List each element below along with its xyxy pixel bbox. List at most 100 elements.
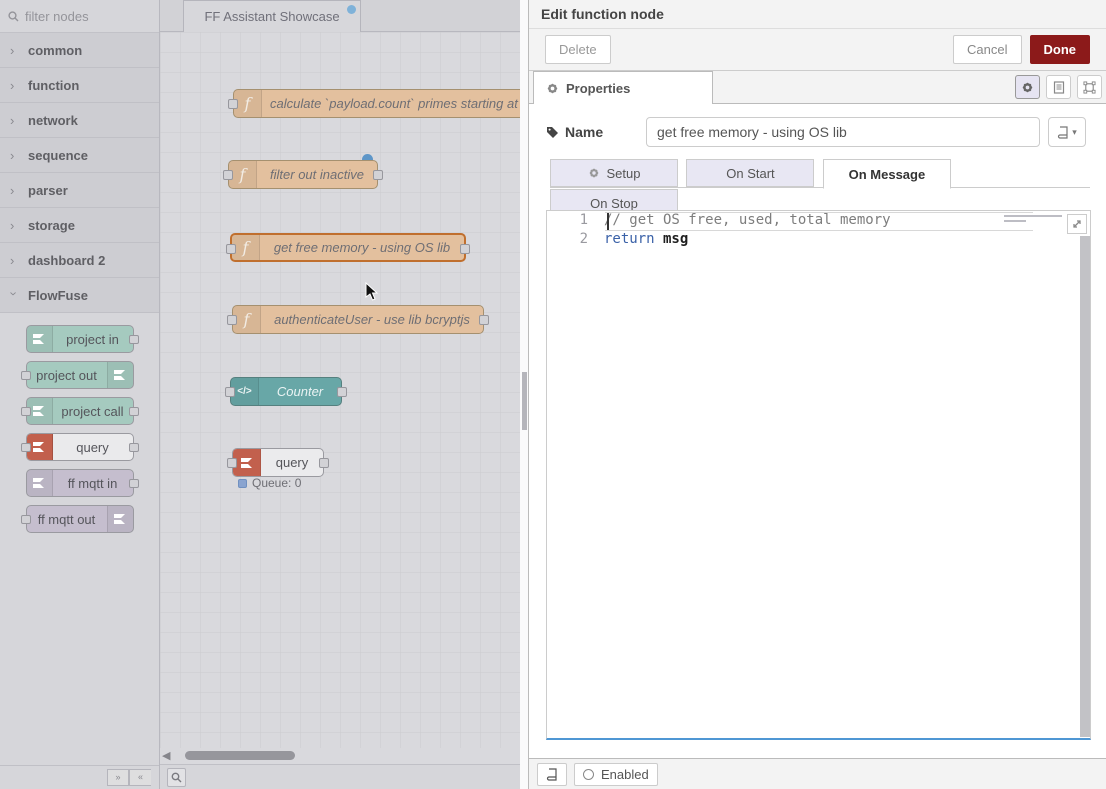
input-port[interactable]: [225, 387, 235, 397]
book-icon: [1057, 126, 1069, 139]
palette-category-dashboard2[interactable]: ›dashboard 2: [0, 243, 159, 278]
output-port[interactable]: [479, 315, 489, 325]
input-port[interactable]: [21, 515, 31, 524]
expand-diagonal-icon: [1071, 218, 1083, 230]
input-port[interactable]: [21, 371, 31, 380]
palette-category-flowfuse[interactable]: ›FlowFuse: [0, 278, 159, 313]
node-query[interactable]: query: [232, 448, 324, 477]
input-port[interactable]: [223, 170, 233, 180]
code-line-2: 2 return msg: [547, 230, 1090, 249]
gear-icon: [546, 82, 559, 95]
scroll-left-arrow-icon[interactable]: ◀: [162, 749, 170, 762]
palette-category-parser[interactable]: ›parser: [0, 173, 159, 208]
tab-setup[interactable]: Setup: [550, 159, 678, 187]
text-cursor: [607, 213, 609, 230]
editor-minimap: [1004, 215, 1062, 225]
palette-search[interactable]: filter nodes: [0, 0, 159, 33]
appearance-button[interactable]: [1077, 75, 1102, 99]
code-icon: </>: [231, 378, 259, 405]
output-port[interactable]: [129, 443, 139, 452]
document-icon: [1053, 81, 1065, 94]
input-port[interactable]: [226, 244, 236, 254]
flow-tab[interactable]: FF Assistant Showcase: [183, 0, 361, 32]
palette-node-project-in[interactable]: project in: [26, 325, 134, 353]
palette-category-function[interactable]: ›function: [0, 68, 159, 103]
input-port[interactable]: [228, 99, 238, 109]
palette-category-network[interactable]: ›network: [0, 103, 159, 138]
output-port[interactable]: [337, 387, 347, 397]
search-flows-button[interactable]: [167, 768, 186, 787]
editor-scrollbar[interactable]: [1080, 236, 1090, 737]
flow-workspace[interactable]: f calculate `payload.count` primes start…: [160, 32, 520, 748]
horizontal-scroll-thumb[interactable]: [185, 751, 295, 760]
node-counter[interactable]: </> Counter: [230, 377, 342, 406]
flowfuse-icon: [107, 362, 133, 388]
palette-node-query[interactable]: query: [26, 433, 134, 461]
palette-expand-all-button[interactable]: »: [129, 769, 151, 786]
canvas-vertical-scrollbar[interactable]: [520, 0, 528, 789]
output-port[interactable]: [129, 407, 139, 416]
tag-icon: [546, 126, 559, 139]
chevron-right-icon: ›: [10, 113, 18, 128]
description-button[interactable]: [1046, 75, 1071, 99]
function-tabs: Setup On Start On Message On Stop: [550, 159, 1090, 188]
palette-node-project-out[interactable]: project out: [26, 361, 134, 389]
node-filter-out-inactive[interactable]: f filter out inactive: [228, 160, 378, 189]
tray-body: Name ▾ Setup On Start On Message On Stop: [529, 117, 1106, 769]
node-get-free-memory[interactable]: f get free memory - using OS lib: [230, 233, 466, 262]
node-red-editor: filter nodes ›common ›function ›network …: [0, 0, 1106, 789]
gear-icon: [1021, 81, 1034, 94]
chevron-right-icon: ›: [10, 43, 18, 58]
chevron-right-icon: ›: [10, 148, 18, 163]
node-calculate-primes[interactable]: f calculate `payload.count` primes start…: [233, 89, 520, 118]
output-port[interactable]: [129, 479, 139, 488]
output-port[interactable]: [129, 335, 139, 344]
input-port[interactable]: [21, 443, 31, 452]
library-export-button[interactable]: [537, 763, 567, 786]
input-port[interactable]: [227, 315, 237, 325]
output-port[interactable]: [319, 458, 329, 468]
mouse-cursor: [365, 282, 379, 302]
output-port[interactable]: [373, 170, 383, 180]
palette-flowfuse-nodes: project in project out project call quer…: [0, 313, 159, 549]
horizontal-scrollbar[interactable]: ◀: [162, 748, 518, 762]
palette-node-project-call[interactable]: project call: [26, 397, 134, 425]
flowfuse-icon: [27, 470, 53, 496]
edit-tray: Edit function node Delete Cancel Done Pr…: [528, 0, 1106, 789]
cancel-button[interactable]: Cancel: [953, 35, 1021, 64]
node-query-status: Queue: 0: [238, 476, 301, 490]
search-icon: [171, 772, 182, 783]
enabled-toggle-button[interactable]: Enabled: [574, 763, 658, 786]
palette-collapse-all-button[interactable]: »: [107, 769, 129, 786]
palette-node-ff-mqtt-in[interactable]: ff mqtt in: [26, 469, 134, 497]
palette-node-ff-mqtt-out[interactable]: ff mqtt out: [26, 505, 134, 533]
delete-button[interactable]: Delete: [545, 35, 611, 64]
name-input[interactable]: [646, 117, 1040, 147]
tab-properties[interactable]: Properties: [533, 71, 713, 104]
flow-modified-dot: [347, 5, 356, 14]
palette-search-placeholder: filter nodes: [25, 9, 89, 24]
flow-tab-bar: FF Assistant Showcase: [160, 0, 520, 32]
palette-category-common[interactable]: ›common: [0, 33, 159, 68]
palette-footer: » »: [0, 765, 159, 789]
code-editor[interactable]: 1 // get OS free, used, total memory 2 r…: [546, 210, 1091, 740]
tab-on-message[interactable]: On Message: [823, 159, 951, 189]
done-button[interactable]: Done: [1030, 35, 1091, 64]
palette-category-sequence[interactable]: ›sequence: [0, 138, 159, 173]
vertical-scroll-thumb[interactable]: [522, 372, 527, 430]
editor-scroll-thumb[interactable]: [1080, 236, 1090, 737]
chevron-right-icon: ›: [10, 218, 18, 233]
properties-view-button[interactable]: [1015, 75, 1040, 99]
workspace-canvas: FF Assistant Showcase f calculate `paylo…: [160, 0, 520, 789]
editor-expand-button[interactable]: [1067, 214, 1087, 234]
tray-footer: Enabled: [529, 758, 1106, 789]
tab-on-start[interactable]: On Start: [686, 159, 814, 187]
node-authenticate-user[interactable]: f authenticateUser - use lib bcryptjs: [232, 305, 484, 334]
library-button[interactable]: ▾: [1048, 117, 1086, 147]
tray-title: Edit function node: [529, 0, 1106, 29]
palette-category-storage[interactable]: ›storage: [0, 208, 159, 243]
input-port[interactable]: [227, 458, 237, 468]
output-port[interactable]: [460, 244, 470, 254]
function-icon: f: [232, 235, 260, 260]
input-port[interactable]: [21, 407, 31, 416]
